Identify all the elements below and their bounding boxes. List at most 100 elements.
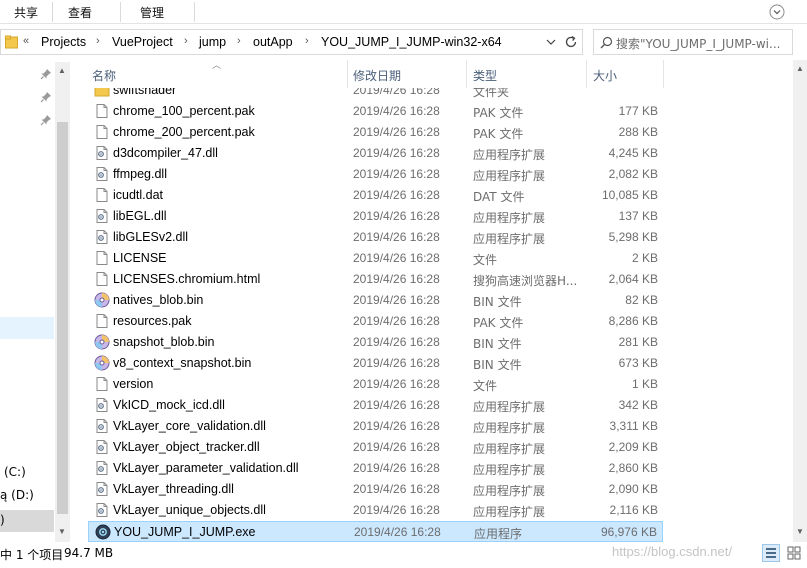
search-input[interactable]: 搜索"YOU_JUMP_I_JUMP-wi... [616,35,791,52]
details-view-button[interactable] [762,544,780,562]
file-icon [94,250,110,266]
pin-icon[interactable] [40,91,52,103]
pin-icon[interactable] [40,68,52,80]
file-row[interactable]: v8_context_snapshot.bin 2019/4/26 16:28 BI… [88,353,663,374]
column-type[interactable]: 类型 [473,60,497,88]
breadcrumb-separator[interactable]: › [305,35,309,47]
file-size: 2,116 KB [609,503,658,517]
file-row[interactable]: ffmpeg.dll 2019/4/26 16:28 应用程序扩展 2,082 KB [88,164,663,185]
file-size: 2,082 KB [608,167,658,181]
column-name[interactable]: 名称 [92,60,116,88]
search-box[interactable]: 搜索"YOU_JUMP_I_JUMP-wi... [593,29,793,55]
dll-icon [94,439,110,455]
column-divider[interactable] [466,60,467,88]
file-name: VkICD_mock_icd.dll [113,398,225,412]
file-row[interactable]: libEGL.dll 2019/4/26 16:28 应用程序扩展 137 KB [88,206,663,227]
nav-item-hover[interactable] [0,510,54,532]
file-row[interactable]: LICENSES.chromium.html 2019/4/26 16:28 搜狗高… [88,269,663,290]
chevron-down-icon[interactable] [545,37,557,47]
file-row[interactable]: VkLayer_parameter_validation.dll 2019/4/2… [88,458,663,479]
file-name: libEGL.dll [113,209,167,223]
file-type: 应用程序扩展 [473,148,546,162]
file-size: 10,085 KB [601,188,658,202]
breadcrumb-jump[interactable]: jump [199,35,226,49]
file-row[interactable]: natives_blob.bin 2019/4/26 16:28 BIN 文件 82 … [88,290,663,311]
file-row[interactable]: VkLayer_core_validation.dll 2019/4/26 16:… [88,416,663,437]
chevron-down-icon[interactable] [769,4,785,20]
file-size: 4,245 KB [608,146,658,160]
file-name: VkLayer_core_validation.dll [113,419,266,433]
file-date: 2019/4/26 16:28 [353,314,440,328]
column-divider[interactable] [586,60,587,88]
column-date[interactable]: 修改日期 [353,60,401,88]
breadcrumb-outapp[interactable]: outApp [253,35,293,49]
scroll-up-icon[interactable]: ▲ [58,66,66,75]
file-row[interactable]: chrome_200_percent.pak 2019/4/26 16:28 PAK… [88,122,663,143]
nav-drive-c[interactable]: (C:) [4,465,26,479]
breadcrumb-projects[interactable]: Projects [41,35,86,49]
file-row[interactable]: d3dcompiler_47.dll 2019/4/26 16:28 应用程序扩展 4… [88,143,663,164]
file-icon [94,124,110,140]
column-divider[interactable] [347,60,348,88]
refresh-icon[interactable] [564,35,578,49]
tab-share[interactable]: 共享 [14,4,38,21]
file-name: VkLayer_threading.dll [113,482,234,496]
large-icons-view-button[interactable] [785,544,803,562]
scroll-up-icon[interactable]: ▲ [796,64,804,73]
disc-icon [94,334,110,350]
file-row[interactable]: chrome_100_percent.pak 2019/4/26 16:28 PAK… [88,101,663,122]
file-type: PAK 文件 [473,316,524,330]
file-type: DAT 文件 [473,190,525,204]
disc-icon [94,292,110,308]
ribbon-divider [52,2,53,22]
file-size: 281 KB [618,335,658,349]
address-bar[interactable]: « Projects › VueProject › jump › outApp … [0,29,583,55]
file-row[interactable]: libGLESv2.dll 2019/4/26 16:28 应用程序扩展 5,298 … [88,227,663,248]
file-type: 应用程序扩展 [473,211,546,225]
breadcrumb-current[interactable]: YOU_JUMP_I_JUMP-win32-x64 [321,35,502,49]
file-row[interactable]: icudtl.dat 2019/4/26 16:28 DAT 文件 10,085 KB [88,185,663,206]
file-type: 文件 [473,253,498,267]
file-date: 2019/4/26 16:28 [353,188,440,202]
nav-drive-other[interactable]: ) [0,513,5,527]
file-type: PAK 文件 [473,127,524,141]
scroll-down-icon[interactable]: ▼ [58,527,66,536]
file-icon [94,187,110,203]
nav-scrollbar-thumb[interactable] [57,122,68,514]
file-row[interactable]: VkLayer_threading.dll 2019/4/26 16:28 应用程序… [88,479,663,500]
file-row[interactable]: snapshot_blob.bin 2019/4/26 16:28 BIN 文件 28… [88,332,663,353]
file-size: 673 KB [618,356,658,370]
file-size: 82 KB [625,293,658,307]
file-type: PAK 文件 [473,106,524,120]
address-row: « Projects › VueProject › jump › outApp … [0,29,807,55]
file-name: chrome_200_percent.pak [113,125,255,139]
nav-drive-d[interactable]: ą (D:) [0,488,34,502]
file-name: chrome_100_percent.pak [113,104,255,118]
nav-item-selected[interactable] [0,317,54,339]
file-size: 2 KB [631,251,658,265]
file-row[interactable]: LICENSE 2019/4/26 16:28 文件 2 KB [88,248,663,269]
file-row[interactable]: resources.pak 2019/4/26 16:28 PAK 文件 8,286 … [88,311,663,332]
tab-view[interactable]: 查看 [68,4,92,21]
tab-manage[interactable]: 管理 [140,4,164,21]
status-bar: 中 1 个项目 94.7 MB https://blog.csdn.net/ [0,542,807,568]
file-row[interactable]: version 2019/4/26 16:28 文件 1 KB [88,374,663,395]
watermark: https://blog.csdn.net/ [612,544,732,559]
breadcrumb-separator[interactable]: › [237,35,241,47]
file-row[interactable]: VkLayer_unique_objects.dll 2019/4/26 16:2… [88,500,663,521]
breadcrumb-separator[interactable]: › [184,35,188,47]
file-row[interactable]: VkICD_mock_icd.dll 2019/4/26 16:28 应用程序扩展 3… [88,395,663,416]
breadcrumb-overflow[interactable]: « [23,35,29,47]
file-size: 2,209 KB [608,440,658,454]
file-row-selected[interactable]: YOU_JUMP_I_JUMP.exe 2019/4/26 16:28 应用程序 96… [88,521,663,542]
file-size: 1 KB [631,377,658,391]
file-row[interactable]: VkLayer_object_tracker.dll 2019/4/26 16:2… [88,437,663,458]
pin-icon[interactable] [40,114,52,126]
scroll-down-icon[interactable]: ▼ [796,527,804,536]
file-name: icudtl.dat [113,188,164,202]
file-list-scrollbar[interactable]: ▲ ▼ [793,60,807,542]
breadcrumb-vueproject[interactable]: VueProject [112,35,173,49]
column-divider[interactable] [663,60,664,88]
column-size[interactable]: 大小 [593,60,617,88]
breadcrumb-separator[interactable]: › [96,35,100,47]
